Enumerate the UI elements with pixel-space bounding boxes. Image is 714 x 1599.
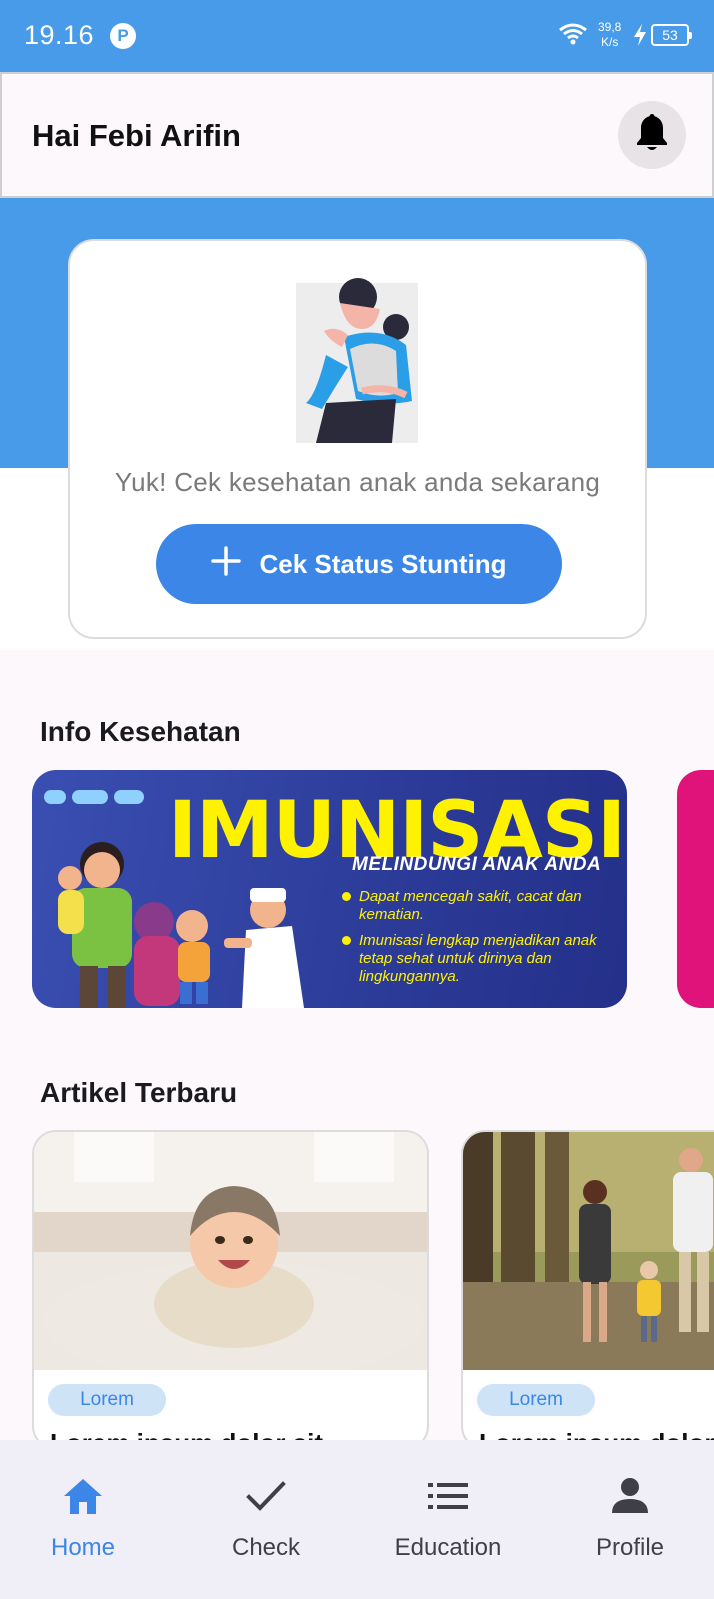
nav-check-label: Check	[231, 1534, 301, 1561]
banner-subheadline: MELINDUNGI ANAK ANDA	[352, 854, 602, 875]
check-stunting-button[interactable]: Cek Status Stunting	[156, 524, 562, 604]
wifi-icon	[558, 22, 588, 51]
program-logo	[114, 790, 144, 804]
nav-profile[interactable]: Profile	[560, 1474, 700, 1562]
bell-icon	[635, 113, 669, 157]
bullet-dot-icon	[342, 892, 351, 901]
home-icon	[13, 1474, 153, 1518]
status-time: 19.16	[24, 20, 95, 50]
notification-button[interactable]	[618, 101, 686, 169]
info-banner-immunization[interactable]: IMUNISASI MELINDUNGI ANAK ANDA Dapat men…	[32, 770, 627, 1008]
nav-check[interactable]: Check	[196, 1474, 336, 1562]
check-icon	[196, 1474, 336, 1518]
nav-education[interactable]: Education	[378, 1474, 518, 1562]
hero-message: Yuk! Cek kesehatan anak anda sekarang	[114, 467, 601, 497]
info-section-title: Info Kesehatan	[40, 716, 241, 747]
status-bar: 19.16 P 39,8 K/s 53	[0, 0, 714, 72]
mother-child-illustration	[296, 275, 422, 445]
nav-home-label: Home	[50, 1534, 116, 1561]
nav-education-label: Education	[394, 1534, 502, 1561]
nav-home[interactable]: Home	[13, 1474, 153, 1562]
article-tag: Lorem	[477, 1384, 595, 1416]
nav-profile-label: Profile	[595, 1534, 665, 1561]
app-header: Hai Febi Arifin	[0, 72, 714, 198]
article-image-baby	[34, 1132, 427, 1382]
plus-icon	[211, 545, 242, 583]
ministry-logo	[44, 790, 66, 804]
battery-icon: 53	[651, 24, 692, 46]
banner-bullet: Dapat mencegah sakit, cacat dan kematian…	[342, 888, 612, 924]
partner-logo	[72, 790, 108, 804]
article-card[interactable]: Lorem Lorem ipsum dolor	[461, 1130, 714, 1450]
article-image-family-walk	[463, 1132, 714, 1370]
person-icon	[560, 1474, 700, 1518]
bullet-dot-icon	[342, 936, 351, 945]
articles-section-title: Artikel Terbaru	[40, 1077, 238, 1108]
banner-logos	[44, 790, 144, 804]
check-stunting-label: Cek Status Stunting	[259, 548, 507, 579]
greeting-title: Hai Febi Arifin	[32, 118, 241, 153]
info-banner-next[interactable]	[677, 770, 714, 1008]
app-notification-badge: P	[110, 23, 136, 49]
hero-card: Yuk! Cek kesehatan anak anda sekarang Ce…	[68, 239, 647, 639]
list-icon	[378, 1474, 518, 1518]
article-tag: Lorem	[48, 1384, 166, 1416]
banner-bullet-list: Dapat mencegah sakit, cacat dan kematian…	[342, 888, 612, 994]
article-card[interactable]: Lorem Lorem ipsum dolor sit	[32, 1130, 429, 1450]
charging-icon	[633, 24, 647, 51]
banner-bullet: Imunisasi lengkap menjadikan anak tetap …	[342, 932, 612, 986]
network-speed: 39,8 K/s	[598, 20, 622, 49]
bottom-navigation: Home Check Education Profile	[0, 1440, 714, 1599]
